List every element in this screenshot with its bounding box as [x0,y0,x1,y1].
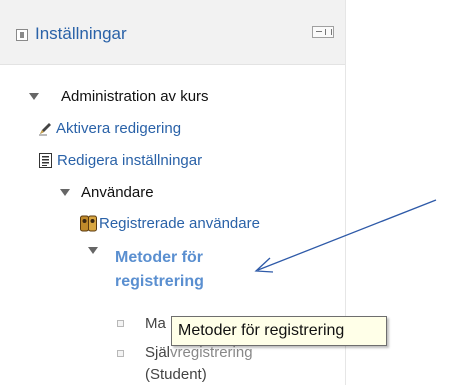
annotation-arrow [254,199,437,273]
